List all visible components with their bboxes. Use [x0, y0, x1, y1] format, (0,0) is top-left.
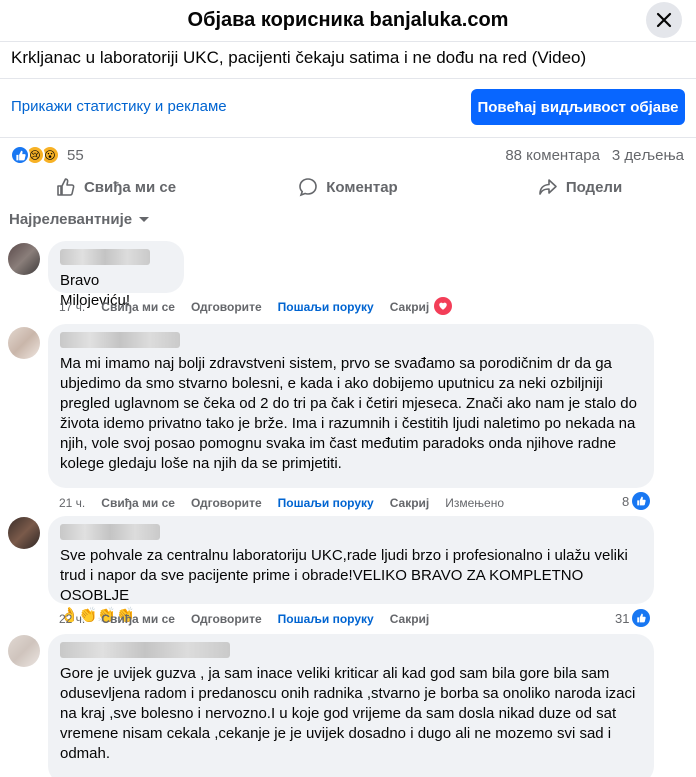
comment-author[interactable] [60, 332, 180, 348]
comment-text: Gore je uvijek guzva , ja sam inace veli… [60, 665, 636, 762]
sort-label: Најрелевантније [9, 211, 133, 228]
boost-post-button[interactable]: Повећај видљивост објаве [471, 89, 685, 125]
like-icon [632, 492, 651, 510]
comment-bubble: Bravo Milojeviću! [48, 241, 184, 309]
comment-meta: 17 ч. Свиђа ми се Одговорите Пошаљи пору… [59, 300, 445, 314]
show-stats-link[interactable]: Прикажи статистику и рекламе [11, 98, 227, 115]
comment-text: Ma mi imamo naj bolji zdravstveni sistem… [60, 355, 637, 472]
divider [0, 78, 696, 79]
comment-sort-dropdown[interactable]: Најрелевантније [9, 211, 150, 228]
comment-bubble: Gore je uvijek guzva , ja sam inace veli… [48, 634, 654, 777]
send-message-link[interactable]: Пошаљи поруку [278, 300, 374, 314]
hide-comment-link[interactable]: Сакриј [390, 496, 430, 510]
comment-like-link[interactable]: Свиђа ми се [101, 300, 175, 314]
comment-time[interactable]: 17 ч. [59, 300, 85, 314]
comment-bubble: Ma mi imamo naj bolji zdravstveni sistem… [48, 324, 654, 488]
hide-comment-link[interactable]: Сакриј [390, 612, 430, 626]
comment-meta: 22 ч. Свиђа ми се Одговорите Пошаљи пору… [59, 612, 445, 626]
comment-time[interactable]: 22 ч. [59, 612, 85, 626]
like-icon [632, 609, 651, 627]
share-icon [539, 179, 557, 195]
like-label: Свиђа ми се [83, 178, 177, 196]
send-message-link[interactable]: Пошаљи поруку [278, 496, 374, 510]
like-count-value: 8 [622, 493, 630, 509]
engagement-counts: 88 коментара 3 дељења [505, 147, 684, 164]
comment-like-link[interactable]: Свиђа ми се [101, 612, 175, 626]
comment-time[interactable]: 21 ч. [59, 496, 85, 510]
avatar[interactable] [8, 327, 40, 359]
comment-button[interactable]: Коментар [232, 170, 464, 204]
hide-comment-link[interactable]: Сакриј [390, 300, 430, 314]
heart-reaction-icon[interactable] [434, 297, 452, 315]
caret-down-icon [139, 216, 150, 222]
comment-author[interactable] [60, 524, 160, 540]
comments-count[interactable]: 88 коментара [505, 147, 600, 164]
like-count-value: 31 [615, 610, 630, 626]
shares-count[interactable]: 3 дељења [612, 147, 684, 164]
like-button[interactable]: Свиђа ми се [0, 170, 232, 204]
divider [0, 137, 696, 138]
avatar[interactable] [8, 243, 40, 275]
comment-reply-link[interactable]: Одговорите [191, 612, 262, 626]
comment-icon [299, 178, 318, 197]
reactions-summary[interactable]: 😢 😮 55 [10, 145, 84, 165]
close-icon [656, 12, 672, 28]
comment-text: Sve pohvale za centralnu laboratoriju UK… [60, 547, 628, 604]
comment-reply-link[interactable]: Одговорите [191, 496, 262, 510]
avatar[interactable] [8, 635, 40, 667]
post-actions: Свиђа ми се Коментар Подели [0, 170, 696, 204]
share-button[interactable]: Подели [464, 170, 696, 204]
edited-label: Измењено [445, 496, 505, 510]
like-icon [10, 145, 30, 165]
comment-label: Коментар [326, 178, 398, 196]
comment-meta: 21 ч. Свиђа ми се Одговорите Пошаљи пору… [59, 496, 520, 510]
comment-reply-link[interactable]: Одговорите [191, 300, 262, 314]
comment-author[interactable] [60, 249, 150, 265]
dialog-title: Објава корисника banjaluka.com [187, 9, 509, 31]
thumbs-up-icon [57, 178, 75, 196]
post-title[interactable]: Krkljanac u laboratoriji UKC, pacijenti … [11, 48, 586, 68]
comment-author[interactable] [60, 642, 230, 658]
comment-like-count[interactable]: 31 [615, 609, 651, 627]
close-button[interactable] [646, 2, 682, 38]
avatar[interactable] [8, 517, 40, 549]
share-label: Подели [565, 178, 623, 196]
comment-like-link[interactable]: Свиђа ми се [101, 496, 175, 510]
reaction-count: 55 [67, 146, 84, 164]
comment-bubble: Sve pohvale za centralnu laboratoriju UK… [48, 516, 654, 624]
dialog-header: Објава корисника banjaluka.com [0, 0, 696, 42]
comment-like-count[interactable]: 8 [622, 492, 651, 510]
send-message-link[interactable]: Пошаљи поруку [278, 612, 374, 626]
